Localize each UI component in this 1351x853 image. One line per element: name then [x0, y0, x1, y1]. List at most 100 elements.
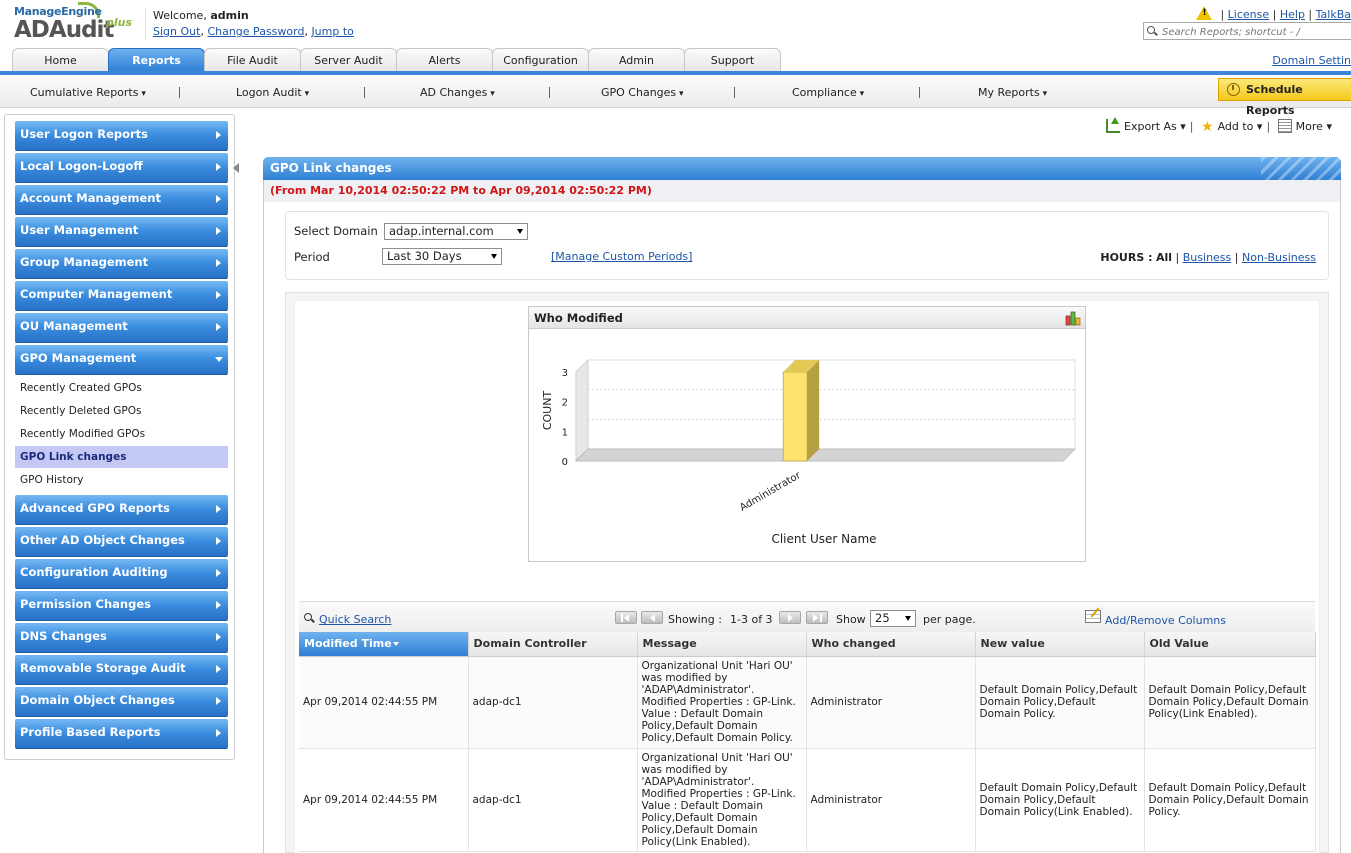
change-password-link[interactable]: Change Password [207, 25, 304, 38]
hours-all[interactable]: All [1156, 251, 1172, 264]
sidebar-collapse-icon[interactable] [233, 163, 239, 173]
tab-admin[interactable]: Admin [588, 48, 685, 72]
y-tick-label: 0 [562, 457, 568, 468]
sidebar-item-ou-management[interactable]: OU Management [15, 313, 228, 342]
cell-new-value: Default Domain Policy,Default Domain Pol… [975, 656, 1145, 749]
subnav-gpo-changes[interactable]: GPO Changes ▾ [601, 86, 684, 99]
sidebar-item-configuration-auditing[interactable]: Configuration Auditing [15, 559, 228, 588]
more-button[interactable]: More ▾ [1277, 119, 1332, 133]
column-header-modified-time[interactable]: Modified Time [299, 632, 469, 657]
hours-nonbusiness-link[interactable]: Non-Business [1242, 251, 1316, 264]
sidebar-item-user-management[interactable]: User Management [15, 217, 228, 246]
sidebar-item-domain-object-changes[interactable]: Domain Object Changes [15, 687, 228, 716]
quick-search-link[interactable]: Quick Search [319, 613, 391, 626]
chevron-right-icon [216, 569, 221, 577]
tab-server-audit[interactable]: Server Audit [300, 48, 397, 72]
cell-dc: adap-dc1 [468, 748, 638, 852]
schedule-reports-button[interactable]: Schedule Reports [1218, 78, 1351, 117]
export-as-button[interactable]: Export As ▾ [1106, 117, 1186, 133]
chart-plot: 0 1 2 3 Administrator COUNT Client User Name [541, 358, 1077, 546]
subnav-logon-audit[interactable]: Logon Audit ▾ [236, 86, 309, 99]
jump-to-link[interactable]: Jump to [311, 25, 353, 38]
y-tick-label: 2 [562, 398, 568, 409]
column-header-domain-controller[interactable]: Domain Controller [468, 632, 638, 657]
chevron-right-icon [216, 633, 221, 641]
sidebar-subitem-gpo-link-changes[interactable]: GPO Link changes [15, 446, 228, 468]
license-link[interactable]: License [1228, 8, 1269, 21]
sidebar-subitem-recently-created-gpos[interactable]: Recently Created GPOs [15, 377, 228, 399]
domain-select[interactable]: adap.internal.com [384, 223, 528, 240]
report-title-bar: GPO Link changes [263, 157, 1341, 180]
hours-business-link[interactable]: Business [1183, 251, 1232, 264]
bar-administrator [782, 371, 808, 462]
next-page-button[interactable] [779, 611, 801, 624]
sidebar-item-profile-based-reports[interactable]: Profile Based Reports [15, 719, 228, 748]
subnav-cumulative-reports[interactable]: Cumulative Reports ▾ [30, 86, 146, 99]
subnav-separator [734, 87, 735, 98]
table-header-row: Modified Time Domain Controller Message Who… [299, 632, 1316, 657]
chevron-right-icon [216, 259, 221, 267]
chevron-down-icon: ▾ [676, 89, 684, 99]
table-row: Apr 09,2014 02:44:55 PM adap-dc1 Organizat… [299, 748, 1316, 852]
sidebar-item-group-management[interactable]: Group Management [15, 249, 228, 278]
sidebar-item-dns-changes[interactable]: DNS Changes [15, 623, 228, 652]
x-tick-label: Administrator [738, 470, 803, 514]
prev-page-button[interactable] [641, 611, 663, 624]
chevron-right-icon [216, 537, 221, 545]
schedule-reports-label: Schedule Reports [1246, 83, 1303, 117]
add-remove-columns-link[interactable]: Add/Remove Columns [1105, 614, 1226, 627]
subnav-separator [364, 87, 365, 98]
sidebar-item-label: Domain Object Changes [20, 693, 175, 707]
sidebar-item-user-logon-reports[interactable]: User Logon Reports [15, 121, 228, 150]
tab-reports[interactable]: Reports [108, 48, 205, 72]
warning-icon[interactable]: ! [1196, 6, 1213, 20]
add-to-button[interactable]: ★ Add to ▾ [1201, 119, 1262, 135]
period-select[interactable]: Last 30 Days [382, 248, 502, 265]
cell-message: Organizational Unit 'Hari OU' was modifi… [637, 656, 807, 749]
sidebar-subitem-gpo-history[interactable]: GPO History [15, 469, 228, 491]
search-input[interactable] [1143, 22, 1351, 40]
top-links: ! | License | Help | TalkBa [1196, 6, 1351, 21]
column-header-message[interactable]: Message [637, 632, 807, 657]
sidebar-item-computer-management[interactable]: Computer Management [15, 281, 228, 310]
sidebar-item-label: Permission Changes [20, 597, 151, 611]
domain-settings-link[interactable]: Domain Settin [1272, 54, 1351, 67]
subnav-label: GPO Changes [601, 86, 677, 99]
sidebar-subitem-recently-deleted-gpos[interactable]: Recently Deleted GPOs [15, 400, 228, 422]
chevron-down-icon [491, 254, 497, 259]
per-page-select[interactable]: 25 [870, 610, 916, 627]
first-page-button[interactable] [615, 611, 637, 624]
tab-support[interactable]: Support [684, 48, 781, 72]
sidebar-item-local-logon-logoff[interactable]: Local Logon-Logoff [15, 153, 228, 182]
chevron-down-icon [215, 357, 223, 362]
column-header-old-value[interactable]: Old Value [1144, 632, 1316, 657]
tab-configuration[interactable]: Configuration [492, 48, 589, 72]
tab-home[interactable]: Home [12, 48, 109, 72]
sidebar-item-permission-changes[interactable]: Permission Changes [15, 591, 228, 620]
subnav-label: Compliance [792, 86, 857, 99]
chevron-down-icon: ▾ [856, 89, 865, 99]
help-link[interactable]: Help [1280, 8, 1305, 21]
manage-custom-periods-link[interactable]: [Manage Custom Periods] [551, 250, 692, 263]
subnav-separator [919, 87, 920, 98]
subnav-compliance[interactable]: Compliance ▾ [792, 86, 864, 99]
sidebar-item-gpo-management[interactable]: GPO Management [15, 345, 228, 374]
chart-type-icon[interactable] [1065, 310, 1081, 326]
column-header-who-changed[interactable]: Who changed [806, 632, 976, 657]
sidebar-item-other-ad-object-changes[interactable]: Other AD Object Changes [15, 527, 228, 556]
chevron-down-icon [517, 229, 523, 234]
chevron-right-icon [216, 729, 221, 737]
sign-out-link[interactable]: Sign Out [153, 25, 200, 38]
tab-file-audit[interactable]: File Audit [204, 48, 301, 72]
talkback-link[interactable]: TalkBa [1316, 8, 1351, 21]
subnav-my-reports[interactable]: My Reports ▾ [978, 86, 1047, 99]
column-header-new-value[interactable]: New value [975, 632, 1145, 657]
sidebar-item-removable-storage-audit[interactable]: Removable Storage Audit [15, 655, 228, 684]
last-page-button[interactable] [806, 611, 828, 624]
subnav-ad-changes[interactable]: AD Changes ▾ [420, 86, 495, 99]
sidebar-item-account-management[interactable]: Account Management [15, 185, 228, 214]
chevron-right-icon [216, 291, 221, 299]
sidebar-subitem-recently-modified-gpos[interactable]: Recently Modified GPOs [15, 423, 228, 445]
sidebar-item-advanced-gpo-reports[interactable]: Advanced GPO Reports [15, 495, 228, 524]
tab-alerts[interactable]: Alerts [396, 48, 493, 72]
